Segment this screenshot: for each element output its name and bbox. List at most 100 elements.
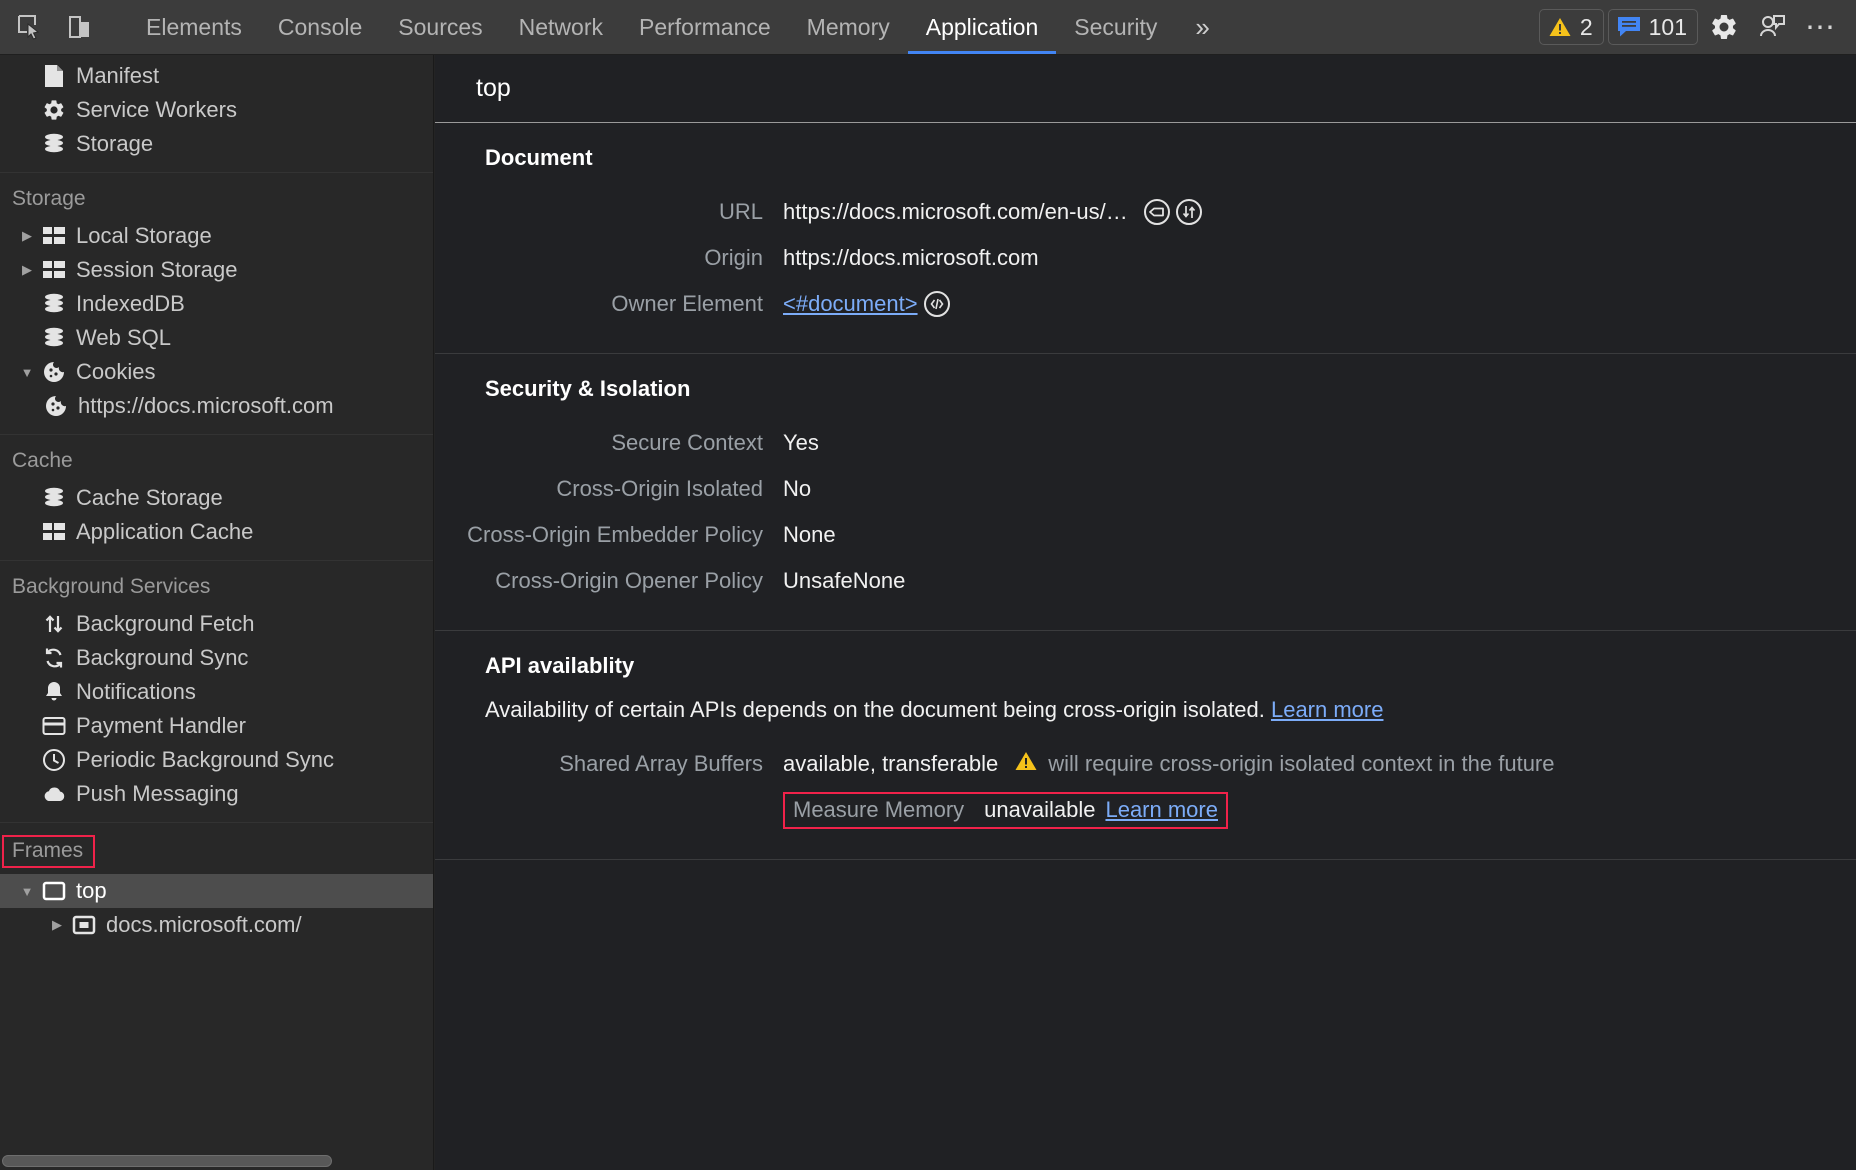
security-isolation-section: Security & Isolation Secure Context Yes … bbox=[435, 354, 1856, 631]
frame-details-panel: top Document URL https://docs.microsoft.… bbox=[435, 55, 1856, 1170]
tab-performance[interactable]: Performance bbox=[621, 0, 789, 54]
sidebar-section-title: Cache bbox=[12, 449, 73, 472]
device-toolbar-icon[interactable] bbox=[58, 7, 102, 47]
more-tabs-icon[interactable]: » bbox=[1175, 0, 1229, 54]
code-circle-icon[interactable] bbox=[923, 291, 950, 317]
sidebar-item-notifications[interactable]: Notifications bbox=[0, 675, 433, 709]
sidebar-item-background-sync[interactable]: Background Sync bbox=[0, 641, 433, 675]
sidebar-item-manifest[interactable]: Manifest bbox=[0, 59, 433, 93]
cross-origin-opener-policy-row: Cross-Origin Opener Policy UnsafeNone bbox=[435, 558, 1856, 604]
sidebar-item-cache-storage[interactable]: Cache Storage bbox=[0, 481, 433, 515]
database-icon bbox=[38, 326, 70, 350]
arrows-up-down-icon bbox=[38, 612, 70, 636]
database-icon bbox=[38, 486, 70, 510]
measure-memory-learn-more-link[interactable]: Learn more bbox=[1105, 797, 1218, 823]
section-title: Security & Isolation bbox=[485, 376, 691, 401]
sidebar-item-background-fetch[interactable]: Background Fetch bbox=[0, 607, 433, 641]
sidebar-item-frame-top[interactable]: ▼ top bbox=[0, 874, 433, 908]
sync-icon bbox=[38, 646, 70, 670]
frames-title-highlight: Frames bbox=[2, 835, 96, 868]
sidebar-item-storage[interactable]: Storage bbox=[0, 127, 433, 161]
section-title: API availablity bbox=[485, 653, 635, 678]
table-icon bbox=[38, 226, 70, 246]
tab-console[interactable]: Console bbox=[260, 0, 380, 54]
sidebar-item-label: top bbox=[76, 878, 107, 903]
measure-memory-value: unavailable bbox=[984, 796, 1096, 822]
row-label: Measure Memory bbox=[793, 796, 965, 822]
tab-network[interactable]: Network bbox=[501, 0, 621, 54]
shared-array-buffers-note: will require cross-origin isolated conte… bbox=[1048, 751, 1555, 776]
sidebar-section-background-services: Background Services Background Fetch Bac… bbox=[0, 561, 433, 811]
row-value: <#document> bbox=[783, 291, 950, 317]
messages-badge[interactable]: 101 bbox=[1607, 9, 1698, 45]
sidebar-item-payment-handler[interactable]: Payment Handler bbox=[0, 709, 433, 743]
table-icon bbox=[38, 522, 70, 542]
tag-circle-icon[interactable] bbox=[1143, 199, 1170, 225]
document-origin-row: Origin https://docs.microsoft.com bbox=[435, 235, 1856, 281]
disclosure-triangle-icon[interactable]: ▶ bbox=[46, 917, 68, 933]
gear-icon bbox=[38, 98, 70, 122]
tab-sources[interactable]: Sources bbox=[380, 0, 500, 54]
api-description-learn-more-link[interactable]: Learn more bbox=[1271, 697, 1384, 722]
database-icon bbox=[38, 292, 70, 316]
sidebar-section-title: Background Services bbox=[12, 575, 211, 598]
gear-icon[interactable] bbox=[1702, 7, 1746, 47]
disclosure-triangle-icon[interactable]: ▶ bbox=[16, 228, 38, 244]
feedback-icon[interactable] bbox=[1750, 7, 1794, 47]
page-title: top bbox=[476, 74, 511, 102]
scrollbar-thumb[interactable] bbox=[2, 1155, 332, 1167]
row-label: Cross-Origin Opener Policy bbox=[495, 568, 763, 593]
cookie-icon bbox=[38, 360, 70, 384]
application-sidebar: Manifest Service Workers Storage Storage… bbox=[0, 55, 434, 1170]
sidebar-item-label: Payment Handler bbox=[76, 713, 246, 738]
credit-card-icon bbox=[38, 716, 70, 736]
sidebar-item-periodic-background-sync[interactable]: Periodic Background Sync bbox=[0, 743, 433, 777]
sidebar-horizontal-scrollbar[interactable] bbox=[0, 1152, 433, 1170]
sidebar-item-frame-docs[interactable]: ▶ docs.microsoft.com/ bbox=[0, 908, 433, 942]
tab-application[interactable]: Application bbox=[907, 0, 1057, 54]
tab-elements[interactable]: Elements bbox=[128, 0, 260, 54]
frames-section-header: Frames bbox=[0, 823, 433, 874]
sidebar-item-label: Storage bbox=[76, 131, 154, 156]
warnings-badge[interactable]: 2 bbox=[1538, 9, 1604, 45]
row-label: Cross-Origin Isolated bbox=[556, 476, 763, 501]
sidebar-item-service-workers[interactable]: Service Workers bbox=[0, 93, 433, 127]
panel-header: top bbox=[435, 55, 1856, 123]
sidebar-item-application-cache[interactable]: Application Cache bbox=[0, 515, 433, 549]
sidebar-section-cache: Cache Cache Storage Application Cache bbox=[0, 435, 433, 549]
manifest-document-icon bbox=[38, 64, 70, 88]
sidebar-item-local-storage[interactable]: ▶ Local Storage bbox=[0, 219, 433, 253]
arrow-up-down-circle-icon[interactable] bbox=[1175, 199, 1202, 225]
shared-array-buffers-row: Shared Array Buffers available, transfer… bbox=[435, 741, 1856, 787]
message-bubble-icon bbox=[1617, 17, 1640, 37]
more-options-icon[interactable]: ⋯ bbox=[1798, 7, 1842, 47]
disclosure-triangle-icon[interactable]: ▼ bbox=[16, 884, 38, 899]
sidebar-item-label: https://docs.microsoft.com bbox=[78, 393, 334, 418]
sidebar-item-label: Service Workers bbox=[76, 97, 237, 122]
sidebar-item-session-storage[interactable]: ▶ Session Storage bbox=[0, 253, 433, 287]
sidebar-top-group: Manifest Service Workers Storage bbox=[0, 55, 433, 161]
sidebar-item-cookies[interactable]: ▼ Cookies bbox=[0, 355, 433, 389]
row-value: https://docs.microsoft.com bbox=[783, 245, 1039, 270]
row-label: Origin bbox=[704, 245, 763, 270]
row-value: available, transferable will require cro… bbox=[783, 749, 1555, 779]
sidebar-item-label: Manifest bbox=[76, 63, 160, 88]
row-value: https://docs.microsoft.com/en-us/… bbox=[783, 199, 1202, 225]
sidebar-item-cookie-origin[interactable]: https://docs.microsoft.com bbox=[0, 389, 433, 423]
sidebar-item-label: Local Storage bbox=[76, 223, 212, 248]
sidebar-item-web-sql[interactable]: Web SQL bbox=[0, 321, 433, 355]
section-title: Document bbox=[485, 145, 593, 170]
sidebar-item-label: IndexedDB bbox=[76, 291, 185, 316]
tab-security[interactable]: Security bbox=[1056, 0, 1175, 54]
inspect-element-icon[interactable] bbox=[8, 7, 52, 47]
sidebar-item-indexeddb[interactable]: IndexedDB bbox=[0, 287, 433, 321]
tab-memory[interactable]: Memory bbox=[789, 0, 908, 54]
row-label: URL bbox=[718, 199, 763, 224]
cross-origin-isolated-row: Cross-Origin Isolated No bbox=[435, 466, 1856, 512]
disclosure-triangle-icon[interactable]: ▶ bbox=[16, 262, 38, 278]
sidebar-item-label: Web SQL bbox=[76, 325, 171, 350]
owner-element-link[interactable]: <#document> bbox=[783, 291, 918, 317]
disclosure-triangle-icon[interactable]: ▼ bbox=[16, 365, 38, 380]
sidebar-item-push-messaging[interactable]: Push Messaging bbox=[0, 777, 433, 811]
secure-context-row: Secure Context Yes bbox=[435, 420, 1856, 466]
